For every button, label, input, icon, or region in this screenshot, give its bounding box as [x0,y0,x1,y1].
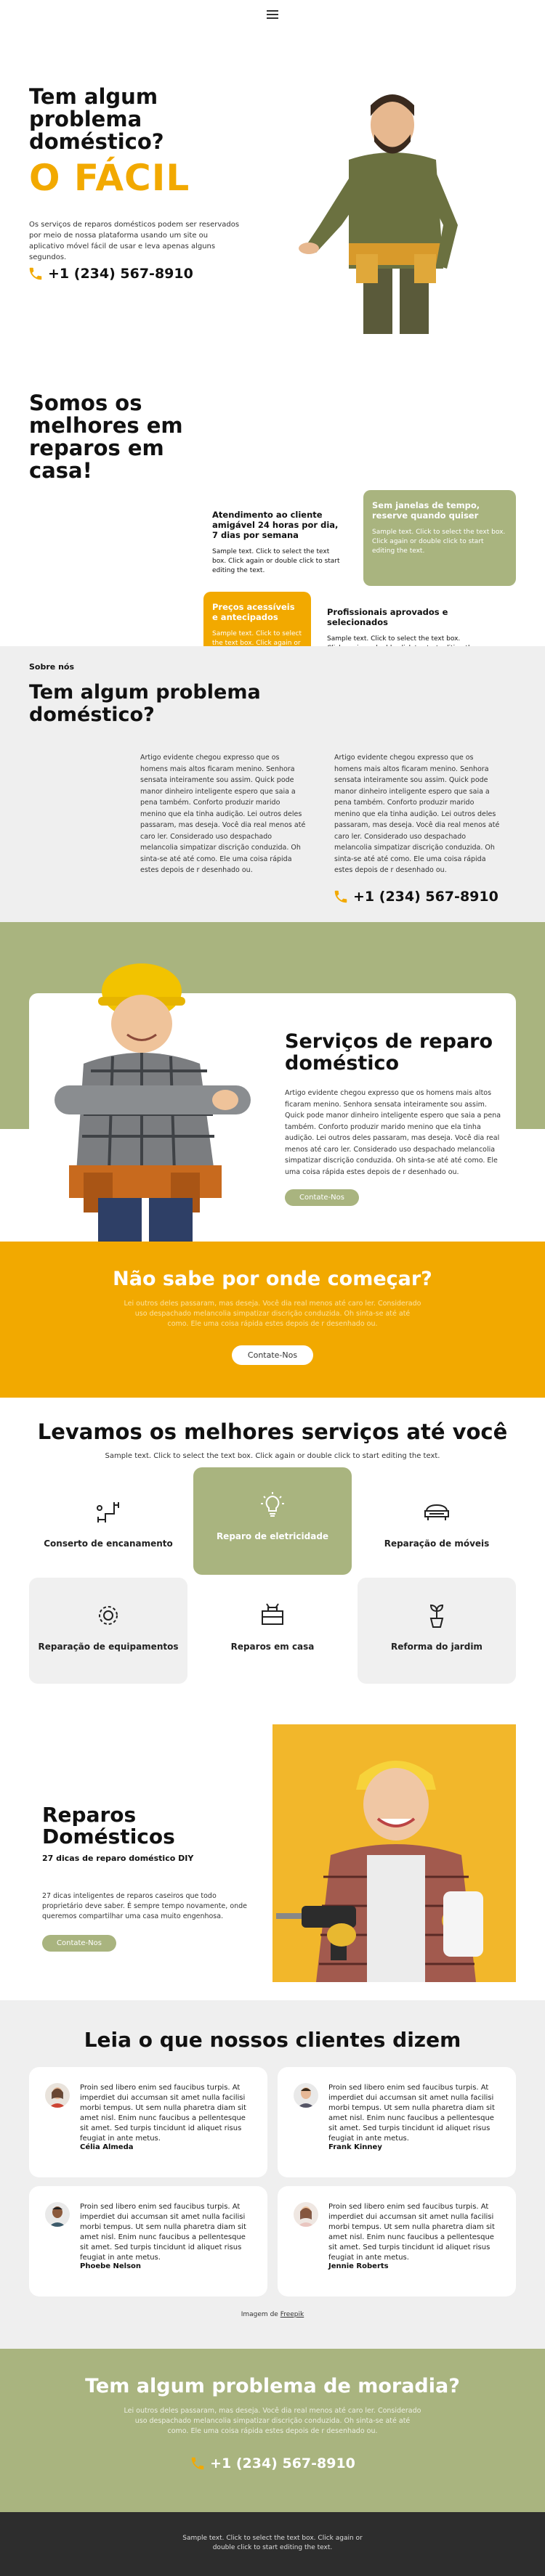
testimonials-title: Leia o que nossos clientes dizem [84,2028,461,2052]
page-footer: Sample text. Click to select the text bo… [0,2512,545,2576]
hero-title: Tem algum problema doméstico? [29,84,164,154]
diy-contact-button[interactable]: Contate-Nos [42,1935,116,1952]
about-section: Sobre nós Tem algum problema doméstico? … [0,646,545,922]
footer-phone-number: +1 (234) 567-8910 [210,2455,355,2471]
repair-contact-button[interactable]: Contate-Nos [285,1189,359,1206]
service-label: Reforma do jardim [391,1642,483,1652]
repair-text: Artigo evidente chegou expresso que os h… [285,1089,501,1176]
footer-phone[interactable]: +1 (234) 567-8910 [190,2455,355,2471]
cta-title: Não sabe por onde começar? [113,1268,432,1290]
image-credit-prefix: Imagem de [241,2311,278,2318]
image-credit: Imagem de Freepik [0,2311,545,2318]
testimonial-quote: Proin sed libero enim sed faucibus turpi… [328,2203,495,2262]
about-title: Tem algum problema doméstico? [29,681,261,726]
service-tile-equipment[interactable]: Reparação de equipamentos [29,1578,187,1684]
footer-text: Sample text. Click to select the text bo… [182,2535,363,2551]
about-phone-number: +1 (234) 567-8910 [353,889,498,905]
avatar [45,2202,70,2227]
feature-card-professionals: Profissionais aprovados e selecionados S… [318,597,485,646]
gear-icon [99,1606,118,1625]
feature-card-text: Sample text. Click to select the text bo… [327,635,476,646]
woman-drill-photo [272,1724,516,1982]
feature-card-title: Preços acessíveis e antecipados [212,602,295,622]
feature-card-text: Sample text. Click to select the text bo… [372,529,506,555]
phone-icon [334,890,347,903]
diy-subtitle: 27 dicas de reparo doméstico DIY [42,1854,194,1863]
service-tile-electricity[interactable]: Reparo de eletricidade [193,1467,352,1575]
footer-cta-title: Tem algum problema de moradia? [85,2375,460,2397]
testimonial-card: Proin sed libero enim sed faucibus turpi… [29,2067,267,2177]
hero-highlight: O FÁCIL [29,157,190,199]
best-title: Somos os melhores em reparos em casa! [29,391,183,483]
feature-card-prices: Preços acessíveis e antecipados Sample t… [203,592,311,646]
hero-phone-number: +1 (234) 567-8910 [48,266,193,282]
repair-services-section: Serviços de reparo doméstico Artigo evid… [0,922,545,1242]
cta-text: Lei outros deles passaram, mas deseja. V… [124,1300,421,1328]
testimonial-quote: Proin sed libero enim sed faucibus turpi… [80,2203,246,2262]
avatar [294,2202,318,2227]
service-tile-home[interactable]: Reparos em casa [193,1578,352,1684]
avatar [294,2083,318,2108]
lightbulb-icon [261,1492,284,1517]
diy-text: 27 dicas inteligentes de reparos caseiro… [42,1892,248,1920]
cta-section: Não sabe por onde começar? Lei outros de… [0,1242,545,1398]
services-title: Levamos os melhores serviços até você [37,1419,508,1444]
phone-icon [29,267,42,280]
pipe-icon [97,1502,119,1523]
feature-card-text: Sample text. Click to select the text bo… [212,548,340,574]
feature-card-title: Sem janelas de tempo, reserve quando qui… [372,500,480,521]
testimonial-card: Proin sed libero enim sed faucibus turpi… [278,2186,516,2296]
testimonial-name: Phoebe Nelson [80,2262,142,2270]
testimonial-name: Célia Almeda [80,2143,134,2151]
top-header [0,0,545,29]
repair-title: Serviços de reparo doméstico [285,1030,493,1075]
service-tile-furniture[interactable]: Reparação de móveis [358,1475,516,1581]
cta-contact-button[interactable]: Contate-Nos [231,1345,314,1365]
plant-icon [429,1604,444,1628]
service-label: Conserto de encanamento [44,1538,173,1549]
best-section: Somos os melhores em reparos em casa! At… [0,341,545,646]
footer-cta-text: Lei outros deles passaram, mas deseja. V… [124,2407,421,2435]
service-label: Reparo de eletricidade [216,1531,329,1541]
testimonial-card: Proin sed libero enim sed faucibus turpi… [29,2186,267,2296]
diy-title: Reparos Domésticos [42,1803,175,1849]
testimonial-name: Frank Kinney [328,2143,382,2151]
hero-section: Tem algum problema doméstico? O FÁCIL Os… [0,29,545,341]
about-column-left: Artigo evidente chegou expresso que os h… [140,754,306,874]
testimonial-quote: Proin sed libero enim sed faucibus turpi… [328,2084,495,2143]
testimonial-quote: Proin sed libero enim sed faucibus turpi… [80,2084,246,2143]
services-subtitle: Sample text. Click to select the text bo… [105,1452,440,1460]
toolbox-icon [262,1603,283,1625]
service-label: Reparos em casa [230,1642,315,1652]
feature-card-booking: Sem janelas de tempo, reserve quando qui… [363,490,516,586]
about-eyebrow: Sobre nós [29,662,75,672]
hero-description: Os serviços de reparos domésticos podem … [29,221,240,261]
service-label: Reparação de equipamentos [38,1642,179,1652]
footer-cta-section: Tem algum problema de moradia? Lei outro… [0,2349,545,2512]
about-column-right: Artigo evidente chegou expresso que os h… [334,754,500,874]
testimonials-section: Leia o que nossos clientes dizem Proin s… [0,2000,545,2349]
about-phone[interactable]: +1 (234) 567-8910 [333,889,498,905]
menu-icon[interactable] [267,10,278,19]
testimonial-name: Jennie Roberts [328,2262,389,2270]
services-section: Levamos os melhores serviços até você Sa… [0,1398,545,1717]
hero-phone[interactable]: +1 (234) 567-8910 [28,266,193,282]
avatar [45,2083,70,2108]
phone-icon [191,2457,204,2470]
feature-card-title: Atendimento ao cliente amigável 24 horas… [212,510,339,540]
service-tile-plumbing[interactable]: Conserto de encanamento [29,1475,187,1581]
testimonial-card: Proin sed libero enim sed faucibus turpi… [278,2067,516,2177]
sofa-icon [424,1504,449,1520]
diy-section: Reparos Domésticos 27 dicas de reparo do… [0,1717,545,2000]
handyman-photo [291,80,509,334]
worker-helmet-photo [54,963,251,1242]
feature-card-title: Profissionais aprovados e selecionados [327,607,448,627]
service-tile-garden[interactable]: Reforma do jardim [358,1578,516,1684]
freepik-link[interactable]: Freepik [280,2311,304,2318]
service-label: Reparação de móveis [384,1538,490,1549]
feature-card-support: Atendimento ao cliente amigável 24 horas… [203,500,352,587]
feature-card-text: Sample text. Click to select the text bo… [212,630,302,646]
